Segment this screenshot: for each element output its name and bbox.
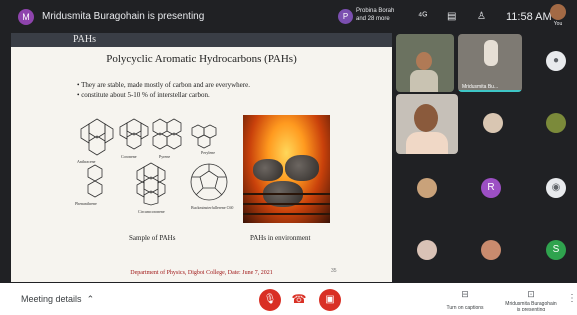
caption-environment: PAHs in environment [250,234,311,242]
captions-icon[interactable]: ⊟ [455,289,475,300]
chevron-up-icon: ⌃ [84,294,95,304]
pinned-participant-avatar[interactable]: P [338,9,353,24]
participant-avatar[interactable] [546,113,566,133]
mic-off-icon: 🎙︎ [263,294,277,305]
people-icon[interactable]: ♙ [477,11,486,23]
participant-tile[interactable] [396,34,454,92]
slide-number: 35 [331,268,337,274]
meeting-details-label: Meeting details [21,294,82,304]
participant-avatar-r[interactable]: R [481,178,501,198]
circumcoronene-structure [136,162,166,206]
presenting-label[interactable]: Mridusmita Buragohain is presenting [503,301,559,311]
slide-bullet: • constitute about 5-10 % of interstella… [77,91,210,99]
pyrene-structure [152,118,182,150]
molecule-label: Phenanthrene [75,201,97,206]
chat-icon[interactable]: ▤ [447,11,456,23]
presentation-slide: PAHs Polycyclic Aromatic Hydrocarbons (P… [11,33,392,282]
participant-body [406,132,448,154]
molecule-label: Circumcoronene [138,209,165,214]
molecule-label: Perylene [201,150,215,155]
coronene-structure [119,118,149,150]
grill-fire-photo [243,115,330,223]
meet-window: M Mridusmita Buragohain is presenting P … [0,0,577,315]
participant-face [416,52,432,70]
self-label: You [553,21,563,27]
participant-face [414,104,438,132]
meeting-details-button[interactable]: Meeting details ⌃ [21,294,94,305]
participant-avatar[interactable] [417,240,437,260]
presenter-avatar: M [18,9,34,25]
participant-avatar[interactable] [483,113,503,133]
participant-avatar[interactable]: ● [546,51,566,71]
participant-tile-active[interactable]: Mridusmita Bu... [458,34,522,92]
leave-call-button[interactable]: ☎ [290,293,308,305]
perylene-structure [191,124,217,149]
pinned-participant-label[interactable]: Probina Borah and 28 more [356,7,396,23]
molecule-label: Buckminsterfullerene C60 [191,205,234,210]
participant-tile[interactable] [396,94,458,154]
bottom-controls-bar: Meeting details ⌃ 🎙︎ ☎ ▣ ⊟ Turn on capti… [0,283,577,315]
slide-title: Polycyclic Aromatic Hydrocarbons (PAHs) [106,53,297,65]
slide-header-title: PAHs [73,34,96,45]
clock: 11:58 AM [506,11,552,23]
participant-body [410,70,438,92]
participant-avatar[interactable] [481,240,501,260]
top-bar: M Mridusmita Buragohain is presenting P … [0,0,577,34]
participant-avatar[interactable] [417,178,437,198]
fullerene-structure [190,163,228,201]
self-face [550,4,566,20]
caption-samples: Sample of PAHs [129,234,176,242]
speaking-indicator [458,90,522,92]
participant-avatar[interactable]: ◉ [546,178,566,198]
phenanthrene-structure [87,164,103,198]
signal-icon[interactable]: ⁴ᴳ [418,11,427,23]
presenting-banner: Mridusmita Buragohain is presenting [42,11,205,22]
participant-figure [484,40,498,66]
molecule-label: Pyrene [159,154,171,159]
slide-bullet: • They are stable, made mostly of carbon… [77,81,250,89]
camera-off-icon: ▣ [325,294,335,305]
participant-avatar-s[interactable]: S [546,240,566,260]
anthracene-structure [80,118,114,156]
captions-label[interactable]: Turn on captions [437,305,493,311]
call-end-icon: ☎ [291,292,307,306]
self-avatar[interactable]: You [548,4,568,27]
molecule-label: Coronene [121,154,137,159]
present-icon[interactable]: ⊡ [521,289,541,300]
mic-off-button[interactable]: 🎙︎ [259,289,281,311]
slide-header-bar: PAHs [11,33,392,47]
more-vert-icon[interactable]: ⋮ [567,293,577,304]
camera-off-button[interactable]: ▣ [319,289,341,311]
